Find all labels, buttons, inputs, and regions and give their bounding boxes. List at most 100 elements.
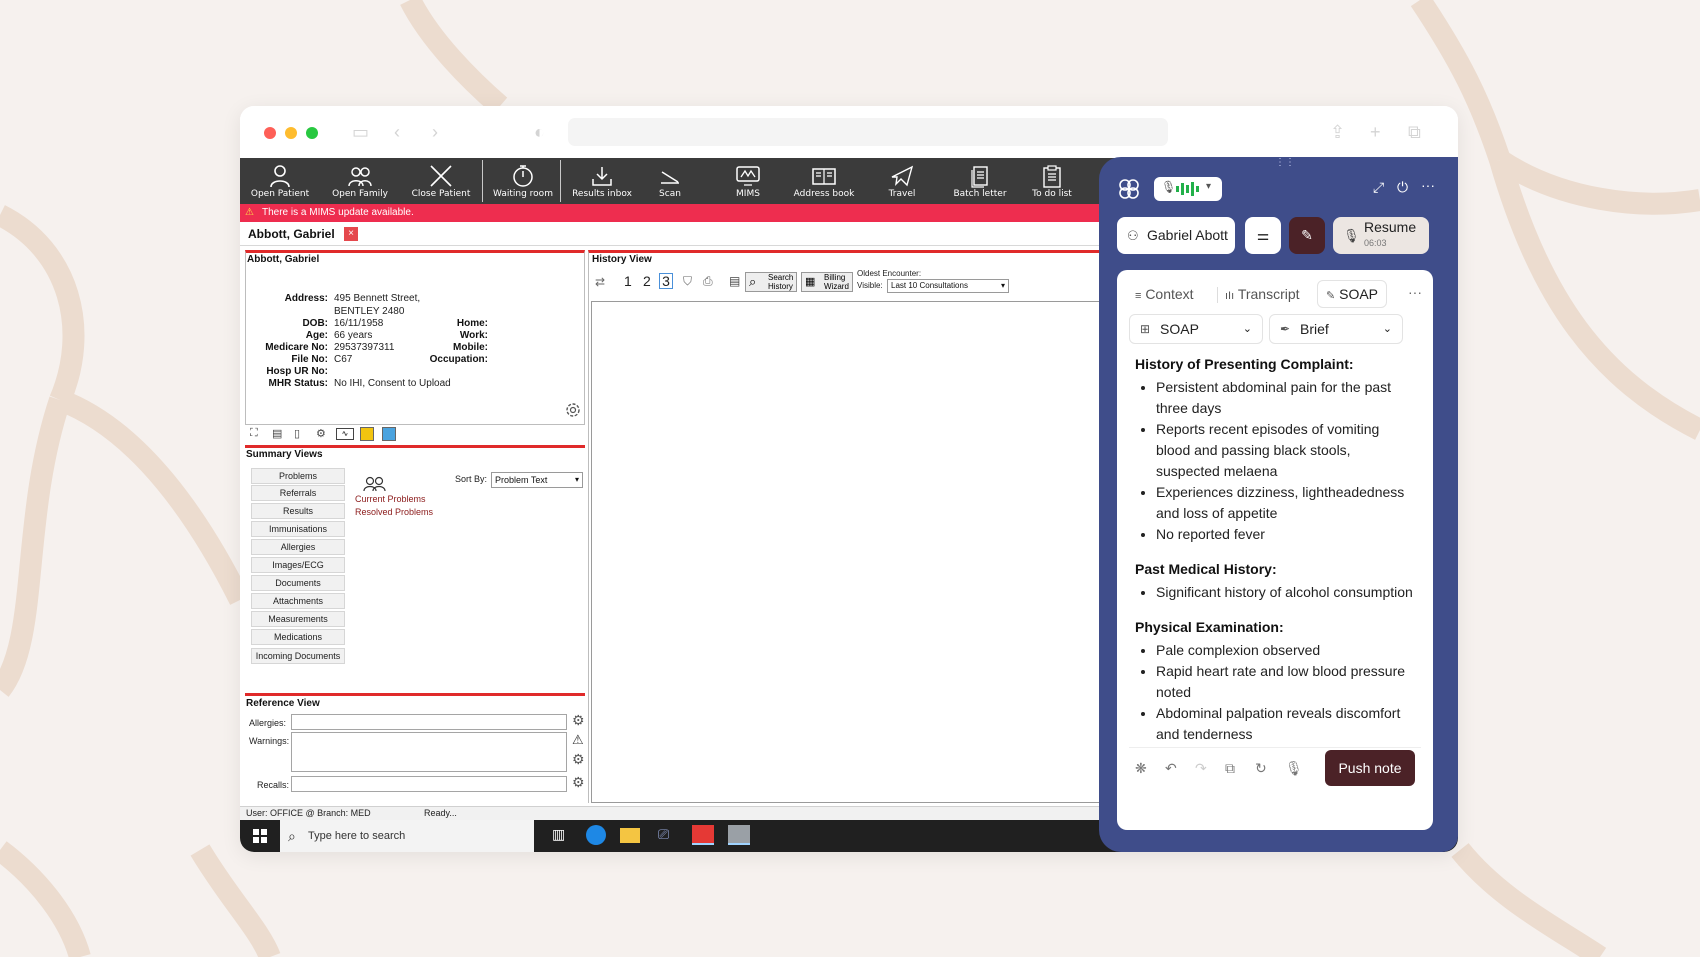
gear-icon[interactable] [564, 401, 582, 419]
warnings-field[interactable] [291, 732, 567, 772]
resume-button[interactable]: 🎙 Resume 06:03 [1333, 217, 1429, 254]
magic-wand-button[interactable]: ✎ [1289, 217, 1325, 254]
scan-doc-icon[interactable]: ⛶ [250, 427, 258, 440]
travel-button[interactable]: Travel [880, 158, 924, 204]
document-stack-icon [971, 166, 988, 188]
patient-chip[interactable]: ⚇ Gabriel Abott [1117, 217, 1235, 254]
billing-wizard-button[interactable]: ▦ Billing Wizard [801, 272, 853, 292]
patient-tab[interactable]: Abbott, Gabriel [248, 227, 335, 241]
close-window-dot[interactable] [264, 127, 276, 139]
recalls-field[interactable] [291, 776, 567, 792]
toolbar-divider [560, 160, 561, 202]
home-phone-label: Home: [456, 318, 488, 329]
ecg-icon[interactable]: ∿ [336, 428, 354, 440]
measurements-button[interactable]: Measurements [251, 611, 345, 627]
documents-button[interactable]: Documents [251, 575, 345, 591]
calculator-icon[interactable]: ▤ [729, 274, 740, 288]
task-view-icon[interactable]: ▥ [552, 826, 565, 843]
tabs-overview-icon[interactable]: ⧉ [1408, 122, 1421, 142]
gear-icon[interactable]: ⚙ [572, 751, 585, 768]
allergies-field[interactable] [291, 714, 567, 730]
warnings-label: Warnings: [249, 736, 290, 746]
page-3-button[interactable]: 3 [659, 273, 673, 289]
filter-icon[interactable]: ⛉ [683, 274, 692, 289]
maximize-window-dot[interactable] [306, 127, 318, 139]
batch-letter-button[interactable]: Batch letter [950, 158, 1010, 204]
page-2-button[interactable]: 2 [643, 273, 651, 289]
sort-by-select[interactable]: Problem Text ▾ [491, 472, 583, 488]
tab-transcript[interactable]: ıIı Transcript [1225, 286, 1300, 302]
forward-icon[interactable]: › [432, 122, 438, 142]
scan-button[interactable]: Scan [650, 158, 690, 204]
drag-handle-icon[interactable]: ⋮⋮ [1275, 157, 1295, 168]
new-tab-icon[interactable]: + [1370, 122, 1381, 142]
open-family-button[interactable]: Open Family [328, 158, 392, 204]
swap-icon[interactable]: ⇄ [595, 275, 605, 289]
results-inbox-button[interactable]: Results inbox [568, 158, 636, 204]
patient-chip-label: Gabriel Abott [1147, 227, 1228, 243]
search-history-button[interactable]: ⌕ Search History [745, 272, 797, 292]
redo-icon[interactable]: ↷ [1195, 760, 1207, 777]
open-patient-button[interactable]: Open Patient [250, 158, 310, 204]
gear-icon[interactable]: ⚙ [572, 774, 585, 791]
to-do-list-button[interactable]: To do list [1026, 158, 1078, 204]
attachments-button[interactable]: Attachments [251, 593, 345, 609]
mims-button[interactable]: MIMS [728, 158, 768, 204]
images-ecg-button[interactable]: Images/ECG [251, 557, 345, 573]
tab-soap[interactable]: ✎ SOAP [1317, 280, 1388, 308]
problems-button[interactable]: Problems [251, 468, 345, 484]
page-1-button[interactable]: 1 [624, 273, 632, 289]
close-patient-tab-button[interactable]: × [344, 227, 358, 241]
power-icon[interactable]: ⏻ [1397, 179, 1408, 196]
visible-value: Last 10 Consultations [891, 281, 968, 290]
settings-sliders-button[interactable]: ⚌ [1245, 217, 1281, 254]
more-icon[interactable]: ··· [1421, 177, 1435, 193]
notes-icon[interactable]: ▤ [272, 427, 282, 440]
section-title: Past Medical History: [1135, 561, 1277, 577]
gear-icon[interactable]: ⚙ [572, 712, 585, 729]
windows-start-icon[interactable] [253, 829, 267, 843]
taskbar-search[interactable]: ⌕ Type here to search [280, 820, 534, 852]
template-select[interactable]: ⊞ SOAP ⌄ [1129, 314, 1263, 344]
allergies-button[interactable]: Allergies [251, 539, 345, 555]
push-note-button[interactable]: Push note [1325, 750, 1415, 786]
printer-icon[interactable]: ⎙ [703, 274, 713, 289]
results-button[interactable]: Results [251, 503, 345, 519]
microphone-icon[interactable]: 🎙 [1285, 760, 1303, 777]
sidebar-icon[interactable]: ▭ [352, 122, 369, 142]
close-patient-button[interactable]: Close Patient [408, 158, 474, 204]
medications-button[interactable]: Medications [251, 629, 345, 645]
undo-icon[interactable]: ↶ [1165, 760, 1177, 777]
minimize-window-dot[interactable] [285, 127, 297, 139]
medical-app-icon[interactable] [692, 825, 714, 845]
waiting-room-button[interactable]: Waiting room [490, 158, 556, 204]
expand-icon[interactable]: ⤢ [1373, 179, 1384, 196]
settings-icon[interactable]: ⚙ [316, 427, 326, 440]
address-book-button[interactable]: Address book [790, 158, 858, 204]
referrals-button[interactable]: Referrals [251, 485, 345, 501]
share-icon[interactable]: ⇪ [1330, 122, 1345, 142]
edge-browser-icon[interactable] [586, 825, 606, 845]
refresh-icon[interactable]: ↻ [1255, 760, 1267, 777]
address-bar[interactable] [568, 118, 1168, 146]
file-explorer-icon[interactable] [620, 828, 640, 843]
copy-icon[interactable]: ⧉ [1225, 760, 1235, 777]
back-icon[interactable]: ‹ [394, 122, 400, 142]
recording-indicator[interactable]: 🎙 ▾ [1154, 177, 1222, 201]
soap-note-body[interactable]: History of Presenting Complaint: Persist… [1135, 354, 1415, 742]
document-icon[interactable]: ▯ [294, 427, 300, 440]
alert-person-icon[interactable] [360, 427, 374, 441]
visible-select[interactable]: Last 10 Consultations ▾ [887, 279, 1009, 293]
more-icon[interactable]: ··· [1408, 284, 1422, 300]
immunisations-button[interactable]: Immunisations [251, 521, 345, 537]
network-app-icon[interactable]: ⎚ [658, 826, 669, 843]
tab-context[interactable]: ≡ Context [1135, 286, 1194, 302]
incoming-documents-button[interactable]: Incoming Documents [251, 648, 345, 664]
id-card-icon[interactable] [382, 427, 396, 441]
style-select[interactable]: ✒ Brief ⌄ [1269, 314, 1403, 344]
current-problems-link[interactable]: Current Problems [355, 494, 426, 504]
resolved-problems-link[interactable]: Resolved Problems [355, 507, 433, 517]
secondary-app-icon[interactable] [728, 825, 750, 845]
app-logo-icon[interactable]: ❋ [1135, 760, 1147, 777]
chevron-down-icon: ▾ [1206, 181, 1212, 192]
